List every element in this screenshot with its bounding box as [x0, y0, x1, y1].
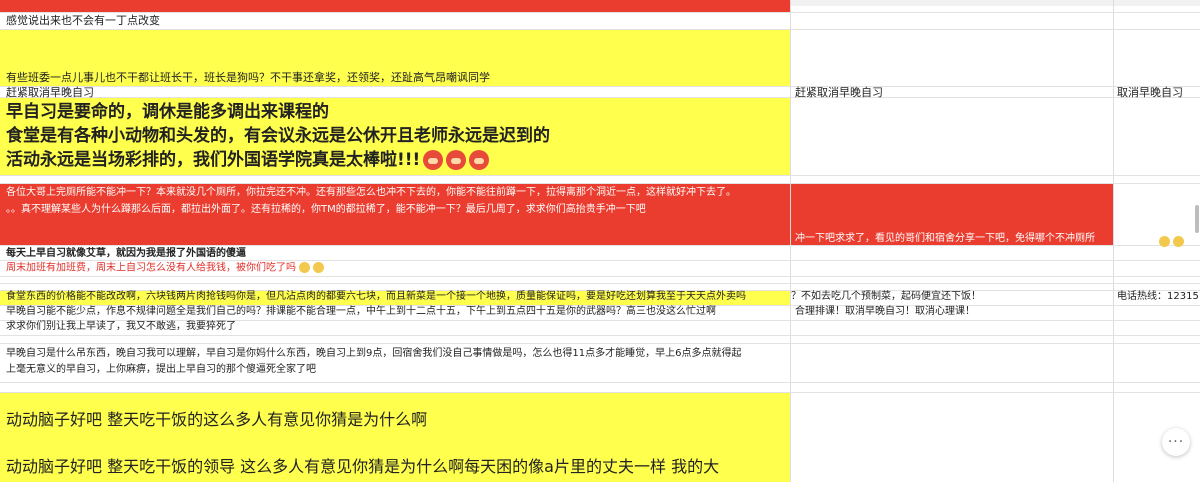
- cell-text-r9-c2: 合理排课！取消早晚自习！取消心理课！: [795, 306, 975, 317]
- cell-text-r8-c3: 电话热线：12315: [1117, 291, 1199, 302]
- cell-text-r11-line2: 上毫无意义的早自习，上你麻痹，提出上早自习的那个傻逼死全家了吧: [6, 364, 316, 375]
- row-line: [0, 97, 1200, 98]
- more-options-button[interactable]: ···: [1162, 428, 1190, 456]
- cell-text-r5-line1: 各位大哥上完厕所能不能冲一下？本来就没几个厕所，你拉完还不冲。还有那些怎么也冲不…: [6, 187, 736, 198]
- column-divider-1: [790, 0, 791, 482]
- cell-text-r2: 有些班委一点儿事儿也不干都让班长干，班长是狗吗？不干事还拿奖，还领奖，还趾高气昂…: [6, 71, 490, 84]
- column-divider-2: [1113, 0, 1114, 482]
- cell-text-r6: 每天上早自习就像艾草，就因为我是报了外国语的傻逼: [6, 248, 246, 259]
- vertical-scrollbar-thumb[interactable]: [1195, 205, 1199, 233]
- cell-text-r4-line2: 食堂是有各种小动物和头发的，有会议永远是公休开且老师永远是迟到的: [6, 126, 550, 146]
- emoji-icon: [299, 262, 310, 273]
- cell-text-r8-c1: 食堂东西的价格能不能改改啊，六块钱两片肉抢钱吗你是，但凡沾点肉的都要六七块，而且…: [6, 291, 746, 302]
- cell-text-r1: 感觉说出来也不会有一丁点改变: [6, 14, 160, 27]
- santa-emoji-icon: [446, 150, 467, 170]
- cell-text-r3-c2: 赶紧取消早晚自习: [795, 86, 883, 99]
- cell-text-r3-c1: 赶紧取消早晚自习: [6, 86, 94, 99]
- row-line: [0, 382, 1200, 383]
- santa-emoji-icon: [469, 150, 490, 170]
- cell-text-r5-c2: 冲一下吧求求了，看见的哥们和宿舍分享一下吧，免得哪个不冲厕所: [795, 233, 1095, 244]
- cell-text-r7-text: 周末加班有加班费，周末上自习怎么没有人给我钱，被你们吃了吗: [6, 262, 296, 274]
- row-line: [0, 343, 1200, 344]
- santa-emoji-icon: [423, 150, 444, 170]
- emoji-icon: [313, 262, 324, 273]
- cell-text-r3-c3: 取消早晚自习: [1117, 86, 1183, 99]
- row-line: [0, 335, 1200, 336]
- top-header-strip: [790, 0, 1200, 6]
- row-line: [0, 283, 1200, 284]
- row-line: [0, 276, 1200, 277]
- cell-text-r7: 周末加班有加班费，周末上自习怎么没有人给我钱，被你们吃了吗: [6, 262, 324, 275]
- cell-text-r12-line1: 动动脑子好吧 整天吃干饭的这么多人有意见你猜是为什么啊: [6, 410, 428, 429]
- face-emoji-icon: [1159, 236, 1170, 247]
- face-emoji-icon: [1173, 236, 1184, 247]
- cell-text-r4-line3: 活动永远是当场彩排的，我们外国语学院真是太棒啦!!!: [6, 150, 490, 171]
- r5-c3-emoji-cell: [1156, 231, 1184, 250]
- row-line: [0, 29, 1200, 30]
- row-line: [0, 12, 1200, 13]
- spreadsheet: 感觉说出来也不会有一丁点改变 有些班委一点儿事儿也不干都让班长干，班长是狗吗？不…: [0, 0, 1200, 482]
- cell-text-r8-c2: ？不如去吃几个预制菜，起码便宜还下饭！: [791, 291, 981, 302]
- cell-text-r4-line3-text: 活动永远是当场彩排的，我们外国语学院真是太棒啦!!!: [6, 150, 421, 170]
- row-line: [0, 86, 1200, 87]
- row-line: [0, 183, 1200, 184]
- cell-text-r12-line2: 动动脑子好吧 整天吃干饭的领导 这么多人有意见你猜是为什么啊每天困的像a片里的丈…: [6, 457, 720, 476]
- red-top-strip: [0, 0, 790, 12]
- cell-text-r5-line2: 。。真不理解某些人为什么蹲那么后面，都拉出外面了。还有拉稀的，你TM的都拉稀了，…: [6, 204, 646, 215]
- cell-text-r4-line1: 早自习是要命的，调休是能多调出来课程的: [6, 102, 329, 122]
- row-line: [0, 175, 1200, 176]
- cell-text-r9-c1: 早晚自习能不能少点，作息不规律问题全是我们自己的吗？排课能不能合理一点，中午上到…: [6, 306, 716, 317]
- cell-text-r11-line1: 早晚自习是什么吊东西，晚自习我可以理解，早自习是你妈什么东西，晚自习上到9点，回…: [6, 348, 742, 359]
- row-line: [0, 392, 1200, 393]
- cell-text-r10: 求求你们别让我上早读了，我又不敢逃，我要猝死了: [6, 321, 236, 332]
